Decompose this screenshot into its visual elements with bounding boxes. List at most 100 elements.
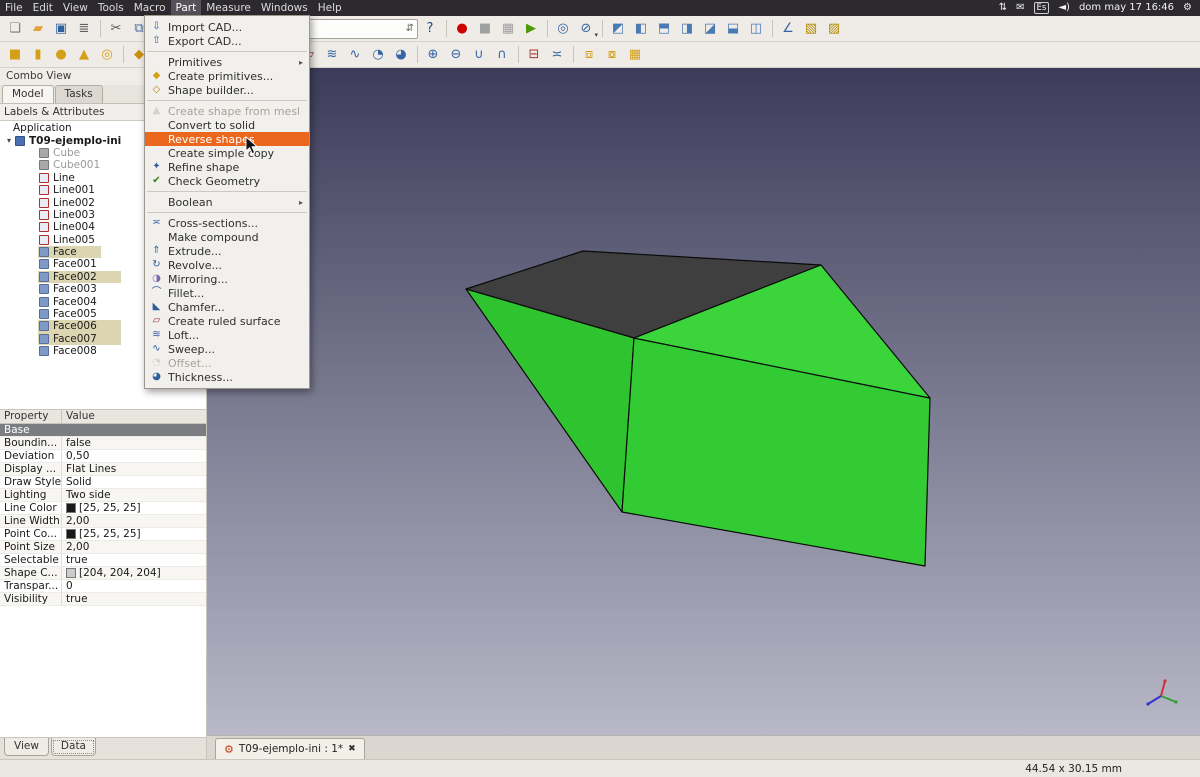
menu-item-thickness[interactable]: ◕ Thickness... bbox=[145, 370, 309, 384]
macro-play-button[interactable]: ▶ bbox=[520, 18, 542, 40]
compound-button[interactable]: ⧈ bbox=[578, 44, 600, 66]
print-button[interactable]: ≣ bbox=[73, 18, 95, 40]
prop-point-size[interactable]: Point Size 2,00 bbox=[0, 541, 206, 554]
tab-data[interactable]: Data bbox=[51, 738, 96, 756]
menu-item-cross-sections[interactable]: ≍ Cross-sections... bbox=[145, 216, 309, 230]
view-top-button[interactable]: ⬒ bbox=[653, 18, 675, 40]
tab-model[interactable]: Model bbox=[2, 85, 54, 103]
session-gear-icon[interactable]: ⚙ bbox=[1183, 0, 1192, 16]
prop-transparency[interactable]: Transpar... 0 bbox=[0, 580, 206, 593]
cone-primitive-button[interactable]: ▲ bbox=[73, 44, 95, 66]
menu-item-make-compound[interactable]: Make compound bbox=[145, 230, 309, 244]
prop-bounding-box[interactable]: Boundin... false bbox=[0, 437, 206, 450]
whats-this-button[interactable]: ? bbox=[419, 18, 441, 40]
clock[interactable]: dom may 17 16:46 bbox=[1079, 0, 1174, 16]
section-button[interactable]: ⊟ bbox=[523, 44, 545, 66]
menu-item-convert-to-solid[interactable]: Convert to solid bbox=[145, 118, 309, 132]
menu-item-mirroring[interactable]: ◑ Mirroring... bbox=[145, 272, 309, 286]
network-indicator-icon[interactable]: ⇅ bbox=[999, 0, 1007, 16]
view-isometric-button[interactable]: ◩ bbox=[607, 18, 629, 40]
cylinder-primitive-button[interactable]: ▮ bbox=[27, 44, 49, 66]
prop-display-mode[interactable]: Display ... Flat Lines bbox=[0, 463, 206, 476]
volume-icon[interactable]: ◄) bbox=[1058, 0, 1070, 16]
cut-button[interactable]: ✂ bbox=[105, 18, 127, 40]
prop-point-color[interactable]: Point Co... [25, 25, 25] bbox=[0, 528, 206, 541]
intersection-button[interactable]: ∩ bbox=[491, 44, 513, 66]
fit-all-button[interactable]: ◎ bbox=[552, 18, 574, 40]
menu-item-reverse-shapes[interactable]: Reverse shapes bbox=[145, 132, 309, 146]
message-indicator-icon[interactable]: ✉ bbox=[1016, 0, 1024, 16]
tab-tasks[interactable]: Tasks bbox=[55, 85, 103, 103]
close-tab-icon[interactable]: ✖ bbox=[348, 745, 356, 754]
prop-selectable[interactable]: Selectable true bbox=[0, 554, 206, 567]
keyboard-layout-indicator[interactable]: Es bbox=[1034, 2, 1050, 14]
macro-record-button[interactable]: ● bbox=[451, 18, 473, 40]
3d-viewport[interactable] bbox=[207, 68, 1200, 735]
view-front-button[interactable]: ◧ bbox=[630, 18, 652, 40]
menu-item-chamfer[interactable]: ◣ Chamfer... bbox=[145, 300, 309, 314]
menu-help[interactable]: Help bbox=[313, 0, 347, 16]
sphere-primitive-button[interactable]: ● bbox=[50, 44, 72, 66]
menu-part[interactable]: Part bbox=[171, 0, 202, 16]
menu-item-refine-shape[interactable]: ✦ Refine shape bbox=[145, 160, 309, 174]
draw-style-button[interactable]: ⊘ bbox=[575, 18, 597, 40]
explode-compound-button[interactable]: ⧇ bbox=[601, 44, 623, 66]
loft-button[interactable]: ≋ bbox=[321, 44, 343, 66]
thickness-button[interactable]: ◕ bbox=[390, 44, 412, 66]
sweep-button[interactable]: ∿ bbox=[344, 44, 366, 66]
view-left-button[interactable]: ◫ bbox=[745, 18, 767, 40]
prop-deviation[interactable]: Deviation 0,50 bbox=[0, 450, 206, 463]
prop-lighting[interactable]: Lighting Two side bbox=[0, 489, 206, 502]
menu-item-boolean[interactable]: Boolean ▸ bbox=[145, 195, 309, 209]
menu-item-sweep[interactable]: ∿ Sweep... bbox=[145, 342, 309, 356]
open-file-button[interactable]: ▰ bbox=[27, 18, 49, 40]
prop-draw-style[interactable]: Draw Style Solid bbox=[0, 476, 206, 489]
menu-item-create-ruled-surface[interactable]: ▱ Create ruled surface bbox=[145, 314, 309, 328]
compound-filter-button[interactable]: ▦ bbox=[624, 44, 646, 66]
menu-item-create-primitives[interactable]: ◆ Create primitives... bbox=[145, 69, 309, 83]
clipping-plane-button[interactable]: ▧ bbox=[800, 18, 822, 40]
box-primitive-button[interactable]: ■ bbox=[4, 44, 26, 66]
menu-item-export-cad[interactable]: ⇧ Export CAD... bbox=[145, 34, 309, 48]
view-right-button[interactable]: ◨ bbox=[676, 18, 698, 40]
torus-primitive-button[interactable]: ◎ bbox=[96, 44, 118, 66]
prop-visibility[interactable]: Visibility true bbox=[0, 593, 206, 606]
menu-edit[interactable]: Edit bbox=[28, 0, 58, 16]
prop-shape-color[interactable]: Shape C... [204, 204, 204] bbox=[0, 567, 206, 580]
menu-item-shape-from-mesh[interactable]: ▲ Create shape from mesh... bbox=[145, 104, 309, 118]
measure-distance-button[interactable]: ∠ bbox=[777, 18, 799, 40]
menu-item-import-cad[interactable]: ⇩ Import CAD... bbox=[145, 20, 309, 34]
tree-expander-icon[interactable]: ▾ bbox=[4, 136, 14, 145]
menu-item-loft[interactable]: ≋ Loft... bbox=[145, 328, 309, 342]
menu-item-fillet[interactable]: ⌒ Fillet... bbox=[145, 286, 309, 300]
menu-windows[interactable]: Windows bbox=[256, 0, 313, 16]
menu-item-offset[interactable]: ◔ Offset... bbox=[145, 356, 309, 370]
macro-edit-button[interactable]: ▦ bbox=[497, 18, 519, 40]
save-button[interactable]: ▣ bbox=[50, 18, 72, 40]
view-bottom-button[interactable]: ⬓ bbox=[722, 18, 744, 40]
menu-item-check-geometry[interactable]: ✔ Check Geometry bbox=[145, 174, 309, 188]
union-button[interactable]: ∪ bbox=[468, 44, 490, 66]
menu-macro[interactable]: Macro bbox=[129, 0, 171, 16]
cut-boolean-button[interactable]: ⊖ bbox=[445, 44, 467, 66]
menu-item-extrude[interactable]: ⇑ Extrude... bbox=[145, 244, 309, 258]
menu-item-revolve[interactable]: ↻ Revolve... bbox=[145, 258, 309, 272]
view-rear-button[interactable]: ◪ bbox=[699, 18, 721, 40]
prop-line-width[interactable]: Line Width 2,00 bbox=[0, 515, 206, 528]
menu-measure[interactable]: Measure bbox=[201, 0, 256, 16]
menu-file[interactable]: File bbox=[0, 0, 28, 16]
document-tab[interactable]: ⚙ T09-ejemplo-ini : 1* ✖ bbox=[215, 738, 365, 759]
offset-button[interactable]: ◔ bbox=[367, 44, 389, 66]
cross-sections-button[interactable]: ≍ bbox=[546, 44, 568, 66]
menu-tools[interactable]: Tools bbox=[93, 0, 129, 16]
menu-item-shape-builder[interactable]: ◇ Shape builder... bbox=[145, 83, 309, 97]
menu-item-primitives[interactable]: Primitives ▸ bbox=[145, 55, 309, 69]
macro-stop-button[interactable]: ■ bbox=[474, 18, 496, 40]
menu-item-create-simple-copy[interactable]: Create simple copy bbox=[145, 146, 309, 160]
tab-view[interactable]: View bbox=[4, 738, 49, 756]
appearance-button[interactable]: ▨ bbox=[823, 18, 845, 40]
new-file-button[interactable]: ❏ bbox=[4, 18, 26, 40]
menu-view[interactable]: View bbox=[58, 0, 93, 16]
boolean-button[interactable]: ⊕ bbox=[422, 44, 444, 66]
prop-line-color[interactable]: Line Color [25, 25, 25] bbox=[0, 502, 206, 515]
